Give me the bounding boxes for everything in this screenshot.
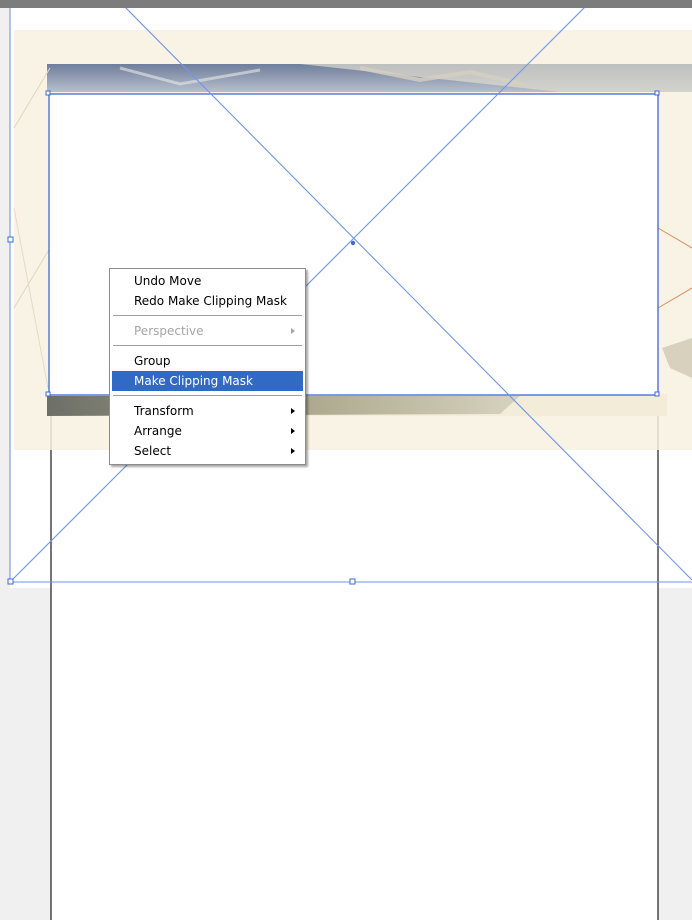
menu-separator bbox=[113, 315, 302, 316]
menu-separator bbox=[113, 345, 302, 346]
submenu-arrow-icon bbox=[291, 408, 295, 414]
submenu-arrow-icon bbox=[291, 328, 295, 334]
anchor-point-icon bbox=[45, 90, 51, 96]
menu-item-undo-move[interactable]: Undo Move bbox=[112, 271, 303, 291]
anchor-point-icon bbox=[45, 391, 51, 397]
menu-item-label: Perspective bbox=[134, 324, 204, 338]
submenu-arrow-icon bbox=[291, 448, 295, 454]
menu-item-label: Redo Make Clipping Mask bbox=[134, 294, 287, 308]
submenu-arrow-icon bbox=[291, 428, 295, 434]
anchor-point-icon bbox=[7, 236, 14, 243]
menu-item-label: Make Clipping Mask bbox=[134, 374, 253, 388]
menu-item-label: Group bbox=[134, 354, 171, 368]
menu-item-label: Select bbox=[134, 444, 172, 458]
window-top-bar bbox=[0, 0, 692, 8]
anchor-point-icon bbox=[654, 90, 660, 96]
artboard-canvas[interactable] bbox=[0, 8, 692, 920]
menu-item-make-clipping-mask[interactable]: Make Clipping Mask bbox=[112, 371, 303, 391]
anchor-point-icon bbox=[349, 578, 356, 585]
context-menu: Undo Move Redo Make Clipping Mask Perspe… bbox=[109, 268, 306, 465]
center-point-icon bbox=[350, 240, 356, 246]
menu-separator bbox=[113, 395, 302, 396]
menu-item-arrange[interactable]: Arrange bbox=[112, 421, 303, 441]
menu-item-group[interactable]: Group bbox=[112, 351, 303, 371]
menu-item-redo-make-clipping-mask[interactable]: Redo Make Clipping Mask bbox=[112, 291, 303, 311]
menu-item-select[interactable]: Select bbox=[112, 441, 303, 461]
menu-item-label: Transform bbox=[134, 404, 194, 418]
menu-item-label: Undo Move bbox=[134, 274, 202, 288]
anchor-point-icon bbox=[654, 391, 660, 397]
anchor-point-icon bbox=[7, 578, 14, 585]
menu-item-label: Arrange bbox=[134, 424, 182, 438]
menu-item-perspective: Perspective bbox=[112, 321, 303, 341]
menu-item-transform[interactable]: Transform bbox=[112, 401, 303, 421]
